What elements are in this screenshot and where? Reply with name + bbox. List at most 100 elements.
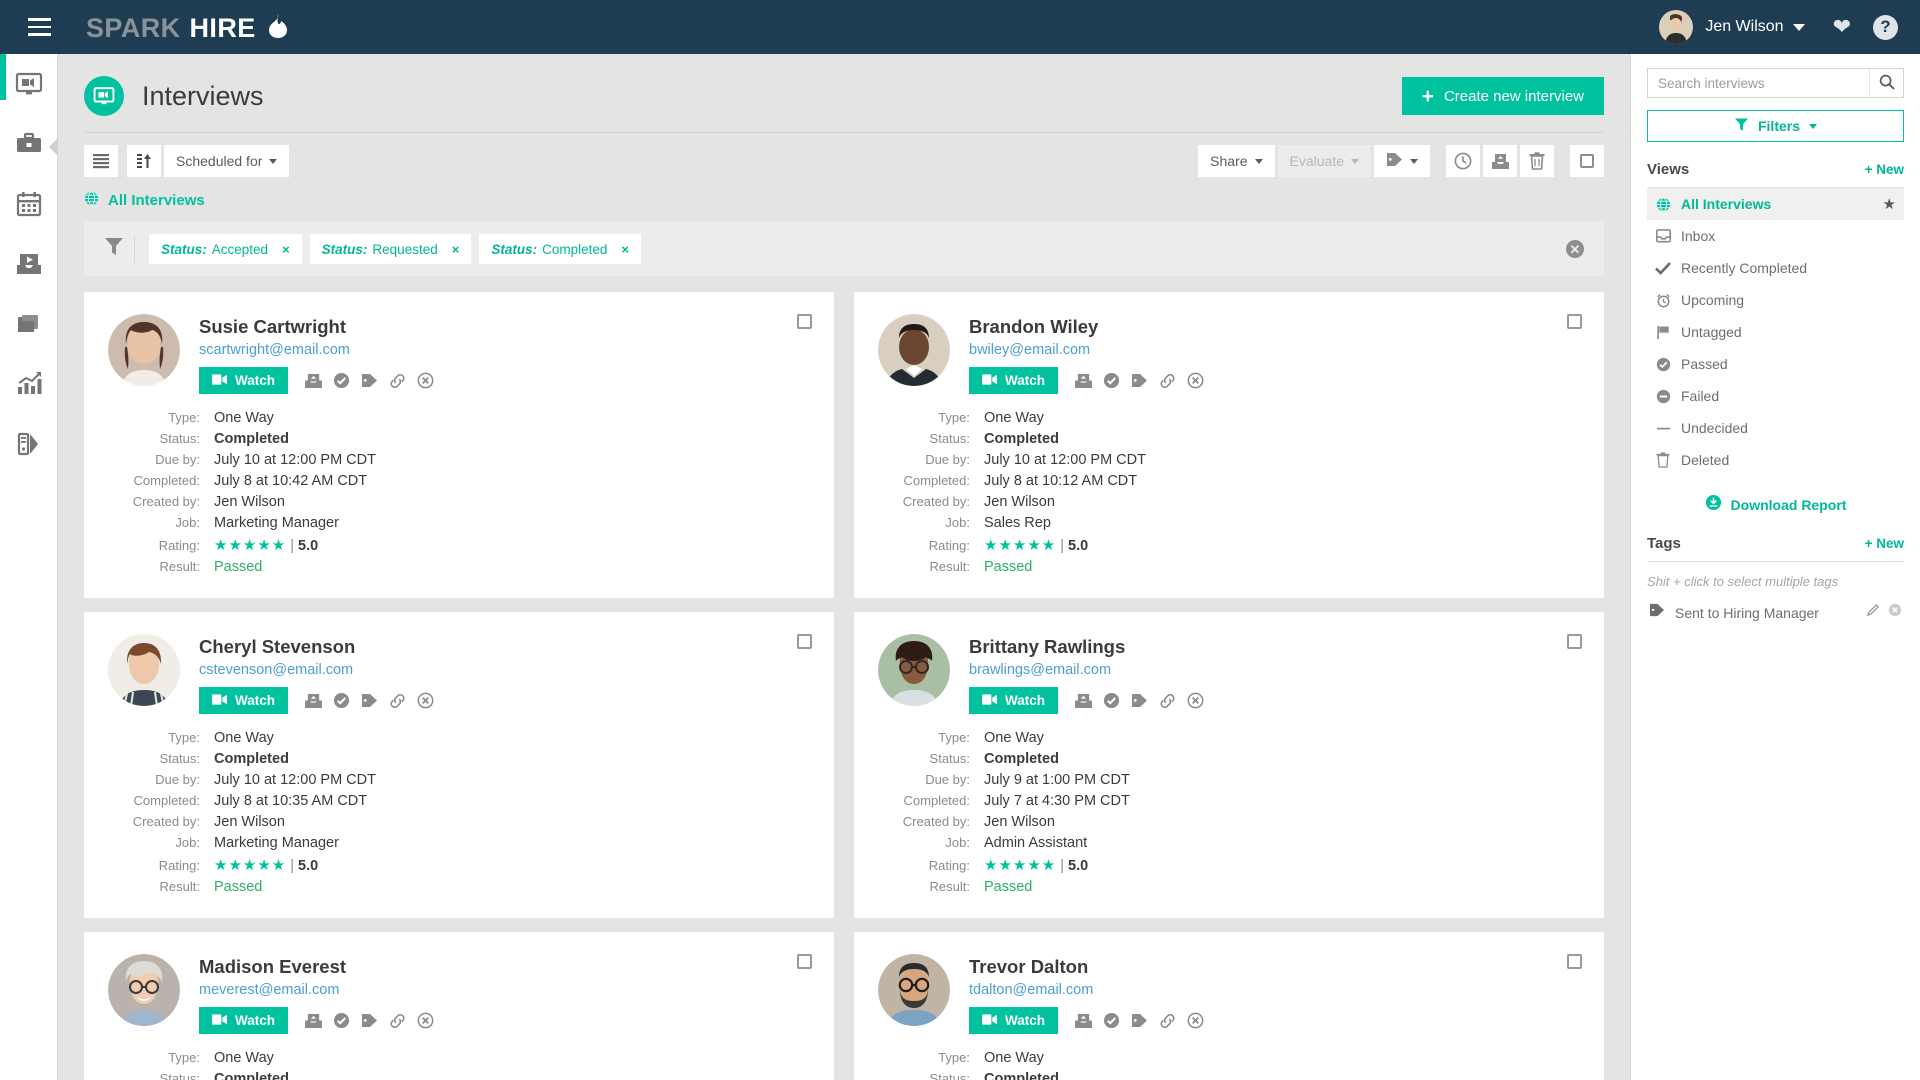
check-circle-icon[interactable] — [333, 372, 350, 389]
create-new-interview-button[interactable]: + Create new interview — [1402, 77, 1604, 115]
cancel-circle-icon[interactable] — [417, 1012, 434, 1029]
tag-item[interactable]: Sent to Hiring Manager — [1647, 603, 1904, 622]
sidebar-item-branding[interactable] — [0, 414, 57, 474]
filters-button[interactable]: Filters — [1647, 110, 1904, 142]
chevron-down-icon[interactable] — [1793, 24, 1805, 31]
sidebar-item-interviews[interactable] — [0, 54, 57, 114]
view-item-undecided[interactable]: Undecided — [1647, 412, 1904, 444]
view-item-inbox[interactable]: Inbox — [1647, 220, 1904, 252]
list-view-button[interactable] — [84, 145, 118, 177]
archive-button[interactable] — [1483, 145, 1517, 177]
check-circle-icon[interactable] — [1103, 1012, 1120, 1029]
interview-card[interactable]: Susie Cartwrightscartwright@email.comWat… — [84, 292, 834, 598]
tag-icon[interactable] — [361, 373, 378, 388]
watch-button[interactable]: Watch — [969, 1007, 1058, 1034]
card-select-checkbox[interactable] — [797, 634, 812, 649]
interview-card[interactable]: Trevor Daltontdalton@email.comWatchType:… — [854, 932, 1604, 1080]
open-envelope-icon[interactable] — [305, 1013, 322, 1029]
view-item-failed[interactable]: Failed — [1647, 380, 1904, 412]
card-select-checkbox[interactable] — [1567, 634, 1582, 649]
search-button[interactable] — [1869, 69, 1903, 97]
remove-circle-icon[interactable] — [1888, 603, 1902, 622]
view-item-passed[interactable]: Passed — [1647, 348, 1904, 380]
link-icon[interactable] — [1159, 693, 1176, 709]
sidebar-item-files[interactable] — [0, 294, 57, 354]
tag-icon[interactable] — [361, 693, 378, 708]
watch-button[interactable]: Watch — [199, 687, 288, 714]
watch-button[interactable]: Watch — [199, 1007, 288, 1034]
watch-button[interactable]: Watch — [969, 367, 1058, 394]
card-select-checkbox[interactable] — [1567, 954, 1582, 969]
check-circle-icon[interactable] — [333, 692, 350, 709]
link-icon[interactable] — [389, 373, 406, 389]
brand-logo[interactable]: SPARK HIRE — [86, 11, 288, 44]
open-envelope-icon[interactable] — [1075, 693, 1092, 709]
new-tag-button[interactable]: + New — [1865, 536, 1904, 551]
heart-icon[interactable]: ❤ — [1833, 16, 1851, 38]
view-item-upcoming[interactable]: Upcoming — [1647, 284, 1904, 316]
candidate-email[interactable]: tdalton@email.com — [969, 982, 1204, 998]
interview-card[interactable]: Cheryl Stevensoncstevenson@email.comWatc… — [84, 612, 834, 918]
link-icon[interactable] — [1159, 373, 1176, 389]
remove-chip-icon[interactable]: × — [282, 242, 290, 257]
cancel-circle-icon[interactable] — [417, 692, 434, 709]
open-envelope-icon[interactable] — [305, 373, 322, 389]
interview-card[interactable]: Madison Everestmeverest@email.comWatchTy… — [84, 932, 834, 1080]
tag-icon[interactable] — [1131, 373, 1148, 388]
help-icon[interactable]: ? — [1873, 15, 1898, 40]
view-item-deleted[interactable]: Deleted — [1647, 444, 1904, 476]
filter-chip[interactable]: Status:Completed× — [479, 234, 641, 264]
search-input[interactable] — [1648, 69, 1869, 97]
delete-button[interactable] — [1520, 145, 1554, 177]
open-envelope-icon[interactable] — [1075, 373, 1092, 389]
link-icon[interactable] — [1159, 1013, 1176, 1029]
open-envelope-icon[interactable] — [305, 693, 322, 709]
tag-dropdown-button[interactable] — [1374, 145, 1430, 177]
favorite-star-icon[interactable]: ★ — [1883, 195, 1896, 213]
tag-icon[interactable] — [1131, 1013, 1148, 1028]
link-icon[interactable] — [389, 693, 406, 709]
link-icon[interactable] — [389, 1013, 406, 1029]
select-all-checkbox[interactable] — [1570, 145, 1604, 177]
watch-button[interactable]: Watch — [199, 367, 288, 394]
hamburger-menu-icon[interactable] — [20, 8, 58, 46]
avatar[interactable] — [1659, 10, 1693, 44]
cancel-circle-icon[interactable] — [1187, 1012, 1204, 1029]
check-circle-icon[interactable] — [333, 1012, 350, 1029]
new-view-button[interactable]: + New — [1865, 162, 1904, 177]
card-select-checkbox[interactable] — [797, 314, 812, 329]
candidate-email[interactable]: meverest@email.com — [199, 982, 434, 998]
check-circle-icon[interactable] — [1103, 692, 1120, 709]
card-select-checkbox[interactable] — [797, 954, 812, 969]
remove-chip-icon[interactable]: × — [452, 242, 460, 257]
remove-chip-icon[interactable]: × — [621, 242, 629, 257]
sidebar-item-analytics[interactable] — [0, 354, 57, 414]
view-item-recently-completed[interactable]: Recently Completed — [1647, 252, 1904, 284]
filter-chip[interactable]: Status:Requested× — [310, 234, 472, 264]
download-report-button[interactable]: Download Report — [1647, 494, 1904, 516]
cancel-circle-icon[interactable] — [1187, 692, 1204, 709]
card-select-checkbox[interactable] — [1567, 314, 1582, 329]
tag-icon[interactable] — [361, 1013, 378, 1028]
open-envelope-icon[interactable] — [1075, 1013, 1092, 1029]
check-circle-icon[interactable] — [1103, 372, 1120, 389]
sort-direction-button[interactable] — [127, 145, 161, 177]
sort-field-dropdown[interactable]: Scheduled for — [164, 145, 289, 177]
evaluate-dropdown-button[interactable]: Evaluate — [1278, 145, 1371, 177]
view-item-all-interviews[interactable]: All Interviews★ — [1647, 188, 1904, 220]
cancel-circle-icon[interactable] — [417, 372, 434, 389]
view-item-untagged[interactable]: Untagged — [1647, 316, 1904, 348]
clear-all-filters-icon[interactable]: ✕ — [1566, 240, 1584, 258]
interview-card[interactable]: Brandon Wileybwiley@email.comWatchType:O… — [854, 292, 1604, 598]
sidebar-item-schedule[interactable] — [0, 174, 57, 234]
candidate-email[interactable]: brawlings@email.com — [969, 662, 1204, 678]
candidate-email[interactable]: cstevenson@email.com — [199, 662, 434, 678]
share-dropdown-button[interactable]: Share — [1198, 145, 1274, 177]
candidate-email[interactable]: bwiley@email.com — [969, 342, 1204, 358]
filter-chip[interactable]: Status:Accepted× — [149, 234, 302, 264]
pencil-icon[interactable] — [1867, 603, 1881, 622]
tag-icon[interactable] — [1131, 693, 1148, 708]
interview-card[interactable]: Brittany Rawlingsbrawlings@email.comWatc… — [854, 612, 1604, 918]
candidate-email[interactable]: scartwright@email.com — [199, 342, 434, 358]
history-button[interactable] — [1446, 145, 1480, 177]
